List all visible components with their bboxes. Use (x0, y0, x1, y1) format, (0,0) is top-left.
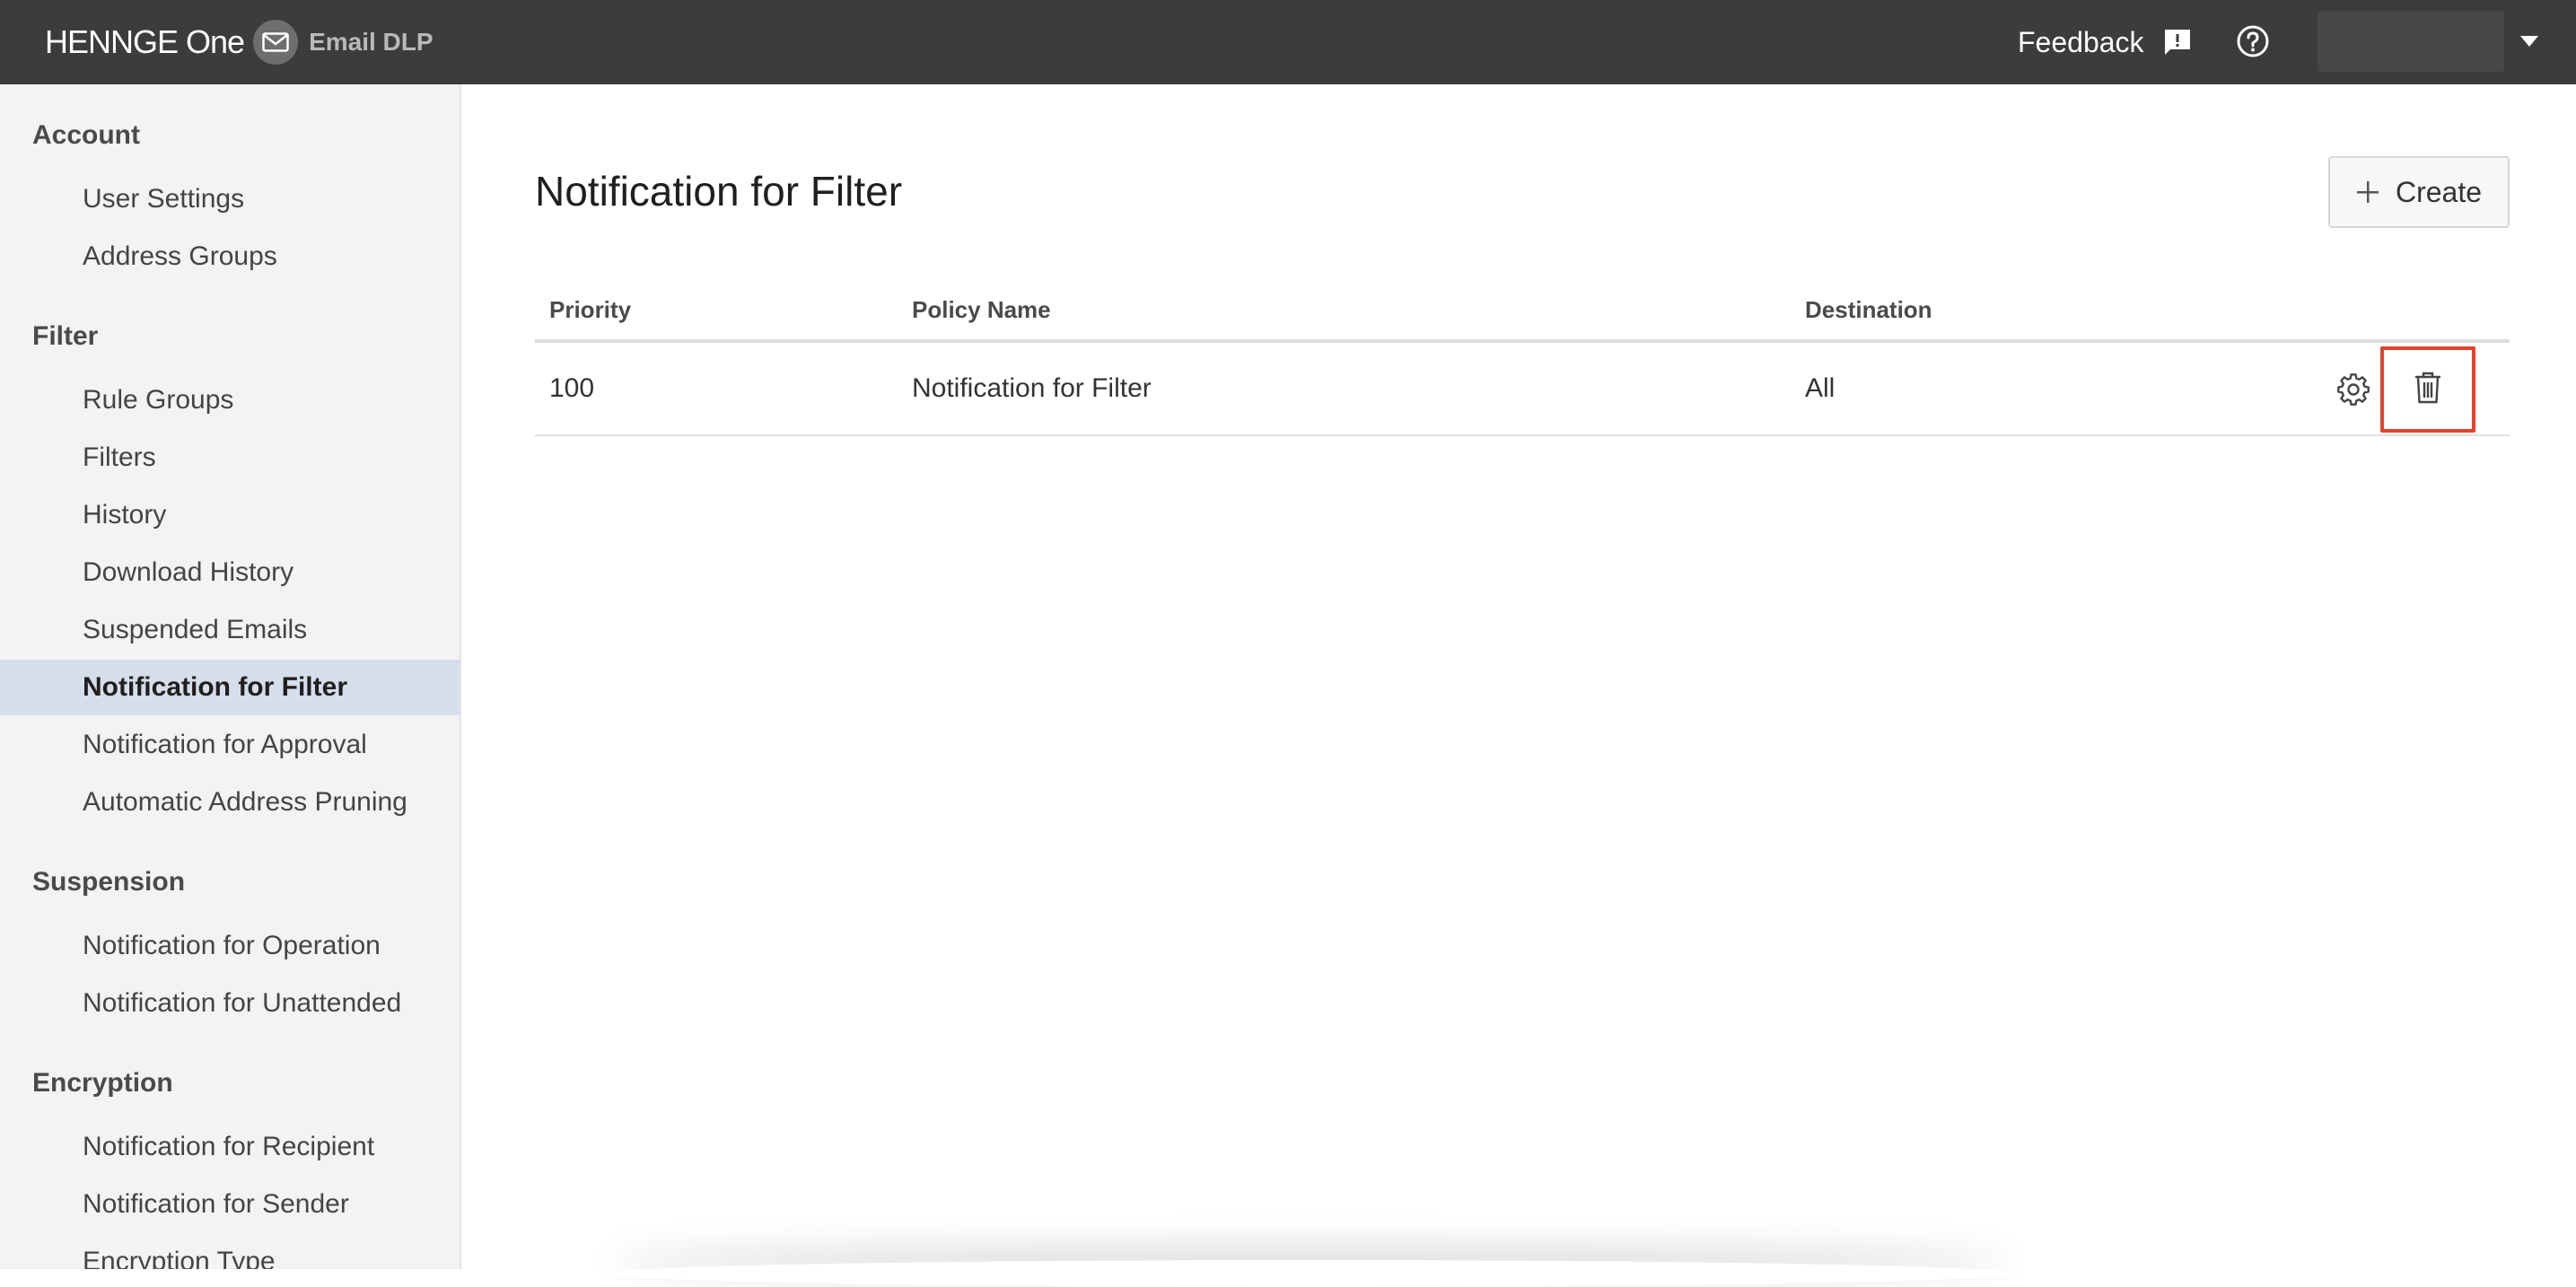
help-circle-icon[interactable] (2235, 23, 2271, 59)
cell-priority: 100 (549, 373, 595, 403)
sidebar-item-user-settings[interactable]: User Settings (0, 171, 460, 227)
cell-destination: All (1805, 373, 1836, 403)
delete-button[interactable] (2380, 346, 2475, 433)
table-row[interactable]: 100 Notification for Filter All (535, 343, 2510, 436)
top-bar: HENNGE One Email DLP Feedback (0, 0, 2576, 84)
column-header-policy-name[interactable]: Policy Name (912, 296, 1051, 324)
feedback-label: Feedback (2018, 25, 2144, 58)
sidebar-section-suspension: Suspension (32, 867, 186, 897)
sidebar-item-notification-for-sender[interactable]: Notification for Sender (0, 1177, 460, 1232)
cell-policy-name: Notification for Filter (912, 373, 1152, 403)
sidebar-item-encryption-type[interactable]: Encryption Type (0, 1234, 460, 1269)
bottom-shadow (610, 1260, 2011, 1287)
feedback-button[interactable]: Feedback (2018, 22, 2193, 63)
plus-icon (2356, 174, 2379, 210)
page-title: Notification for Filter (535, 168, 903, 214)
chevron-down-icon (2519, 34, 2540, 48)
notification-table: Priority Policy Name Destination 100 Not… (535, 291, 2510, 436)
sidebar-item-filters[interactable]: Filters (0, 430, 460, 486)
user-menu[interactable] (2318, 11, 2551, 72)
user-name (2318, 11, 2504, 72)
feedback-icon (2162, 27, 2193, 57)
product-name: Email DLP (309, 28, 434, 56)
sidebar-item-download-history[interactable]: Download History (0, 545, 460, 600)
sidebar-item-notification-for-operation[interactable]: Notification for Operation (0, 918, 460, 974)
sidebar-item-notification-for-recipient[interactable]: Notification for Recipient (0, 1119, 460, 1175)
table-header: Priority Policy Name Destination (535, 291, 2510, 343)
brand[interactable]: HENNGE One Email DLP (45, 20, 434, 65)
sidebar-item-notification-for-filter[interactable]: Notification for Filter (0, 660, 460, 715)
main-content: Notification for Filter Create Priority … (463, 84, 2576, 1269)
sidebar-item-address-groups[interactable]: Address Groups (0, 229, 460, 285)
trash-icon (2414, 372, 2442, 408)
mail-icon (253, 20, 299, 65)
sidebar-item-automatic-address-pruning[interactable]: Automatic Address Pruning (0, 775, 460, 830)
gear-icon[interactable] (2330, 366, 2377, 413)
sidebar-item-rule-groups[interactable]: Rule Groups (0, 372, 460, 428)
sidebar-item-notification-for-approval[interactable]: Notification for Approval (0, 717, 460, 773)
create-button[interactable]: Create (2328, 156, 2510, 228)
sidebar-item-notification-for-unattended[interactable]: Notification for Unattended (0, 976, 460, 1031)
sidebar: Account User Settings Address Groups Fil… (0, 84, 461, 1269)
column-header-destination[interactable]: Destination (1805, 296, 1932, 324)
sidebar-section-account: Account (32, 120, 140, 150)
brand-name: HENNGE One (45, 23, 245, 60)
column-header-priority[interactable]: Priority (549, 296, 631, 324)
sidebar-item-suspended-emails[interactable]: Suspended Emails (0, 602, 460, 658)
sidebar-item-history[interactable]: History (0, 487, 460, 543)
create-label: Create (2395, 175, 2483, 208)
sidebar-section-filter: Filter (32, 321, 99, 351)
sidebar-section-encryption: Encryption (32, 1068, 173, 1098)
